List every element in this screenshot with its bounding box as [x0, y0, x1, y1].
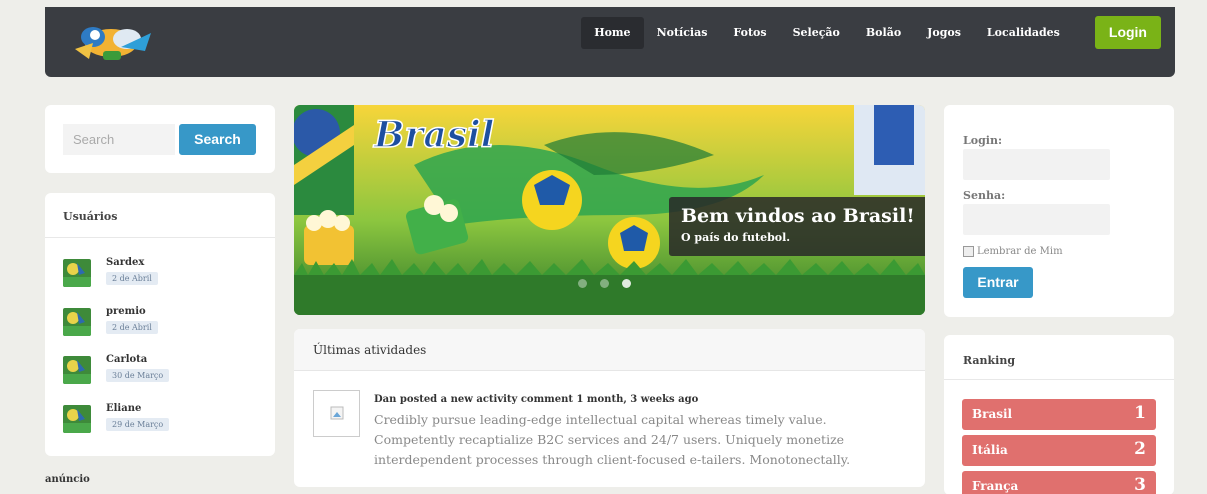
- search-input[interactable]: Search: [63, 124, 175, 155]
- ranking-team: Itália: [972, 443, 1008, 457]
- password-field-label: Senha:: [963, 189, 1006, 202]
- nav-localidades[interactable]: Localidades: [974, 17, 1073, 49]
- nav-noticias[interactable]: Notícias: [644, 17, 721, 49]
- site-logo[interactable]: [65, 19, 157, 65]
- activity-card: Últimas atividades Dan posted a new acti…: [294, 329, 925, 487]
- ranking-item[interactable]: França 3: [962, 471, 1156, 494]
- hero-slider[interactable]: Brasil Bem vindos ao Brasil! O país do f…: [294, 105, 925, 315]
- main-nav: Home Notícias Fotos Seleção Bolão Jogos …: [581, 16, 1161, 49]
- user-date: 30 de Março: [106, 369, 170, 382]
- hero-caption: Bem vindos ao Brasil! O país do futebol.: [669, 197, 925, 256]
- slider-dot[interactable]: [600, 279, 609, 288]
- user-item[interactable]: Sardex 2 de Abril: [63, 257, 263, 297]
- remember-me[interactable]: Lembrar de Mim: [963, 246, 1063, 257]
- users-title: Usuários: [63, 210, 118, 223]
- ranking-divider: [944, 379, 1174, 380]
- user-date: 2 de Abril: [106, 321, 158, 334]
- nav-bolao[interactable]: Bolão: [853, 17, 914, 49]
- broken-image-icon: [330, 406, 344, 420]
- ranking-team: França: [972, 479, 1019, 493]
- slider-dot-active[interactable]: [622, 279, 631, 288]
- ad-label: anúncio: [45, 474, 90, 485]
- hero-caption-subtitle: O país do futebol.: [681, 231, 791, 244]
- nav-home[interactable]: Home: [581, 16, 644, 49]
- user-name[interactable]: Sardex: [106, 257, 144, 268]
- user-avatar: [63, 405, 91, 433]
- remember-label: Lembrar de Mim: [977, 246, 1063, 257]
- nav-jogos[interactable]: Jogos: [914, 17, 974, 49]
- user-item[interactable]: Eliane 29 de Março: [63, 403, 263, 443]
- ranking-card: Ranking Brasil 1 Itália 2 França 3: [944, 335, 1174, 494]
- ranking-position: 1: [1134, 403, 1146, 423]
- login-field-label: Login:: [963, 134, 1002, 147]
- ranking-item[interactable]: Itália 2: [962, 435, 1156, 466]
- activity-avatar[interactable]: [313, 390, 360, 437]
- user-name[interactable]: Carlota: [106, 354, 147, 365]
- user-name[interactable]: Eliane: [106, 403, 141, 414]
- nav-fotos[interactable]: Fotos: [720, 17, 779, 49]
- user-avatar: [63, 308, 91, 336]
- entrar-button[interactable]: Entrar: [963, 267, 1033, 298]
- ranking-title: Ranking: [963, 354, 1016, 367]
- search-button[interactable]: Search: [179, 124, 256, 155]
- user-date: 2 de Abril: [106, 272, 158, 285]
- login-card: Login: Senha: Lembrar de Mim Entrar: [944, 105, 1174, 317]
- search-card: Search Search: [45, 105, 275, 173]
- activity-text: Credibly pursue leading-edge intellectua…: [374, 412, 851, 467]
- user-item[interactable]: premio 2 de Abril: [63, 306, 263, 346]
- nav-selecao[interactable]: Seleção: [780, 17, 853, 49]
- activity-meta: Dan posted a new activity comment 1 mont…: [374, 394, 699, 405]
- ranking-item[interactable]: Brasil 1: [962, 399, 1156, 430]
- activity-header: Últimas atividades: [294, 329, 925, 371]
- slider-dot[interactable]: [578, 279, 587, 288]
- user-name[interactable]: premio: [106, 306, 146, 317]
- login-input[interactable]: [963, 149, 1110, 180]
- user-avatar: [63, 356, 91, 384]
- hero-banner-text: Brasil: [373, 114, 494, 156]
- login-button[interactable]: Login: [1094, 16, 1161, 49]
- user-item[interactable]: Carlota 30 de Março: [63, 354, 263, 394]
- ranking-position: 2: [1134, 439, 1146, 459]
- remember-checkbox[interactable]: [963, 246, 974, 257]
- user-avatar: [63, 259, 91, 287]
- hero-caption-title: Bem vindos ao Brasil!: [681, 205, 915, 227]
- top-navbar: Home Notícias Fotos Seleção Bolão Jogos …: [45, 7, 1175, 77]
- users-card: Usuários Sardex 2 de Abril premio 2 de A…: [45, 193, 275, 456]
- ranking-position: 3: [1134, 475, 1146, 494]
- users-divider: [45, 237, 275, 238]
- ranking-team: Brasil: [972, 407, 1013, 421]
- user-date: 29 de Março: [106, 418, 170, 431]
- slider-dots: [578, 279, 631, 288]
- activity-title: Últimas atividades: [313, 343, 427, 357]
- password-input[interactable]: [963, 204, 1110, 235]
